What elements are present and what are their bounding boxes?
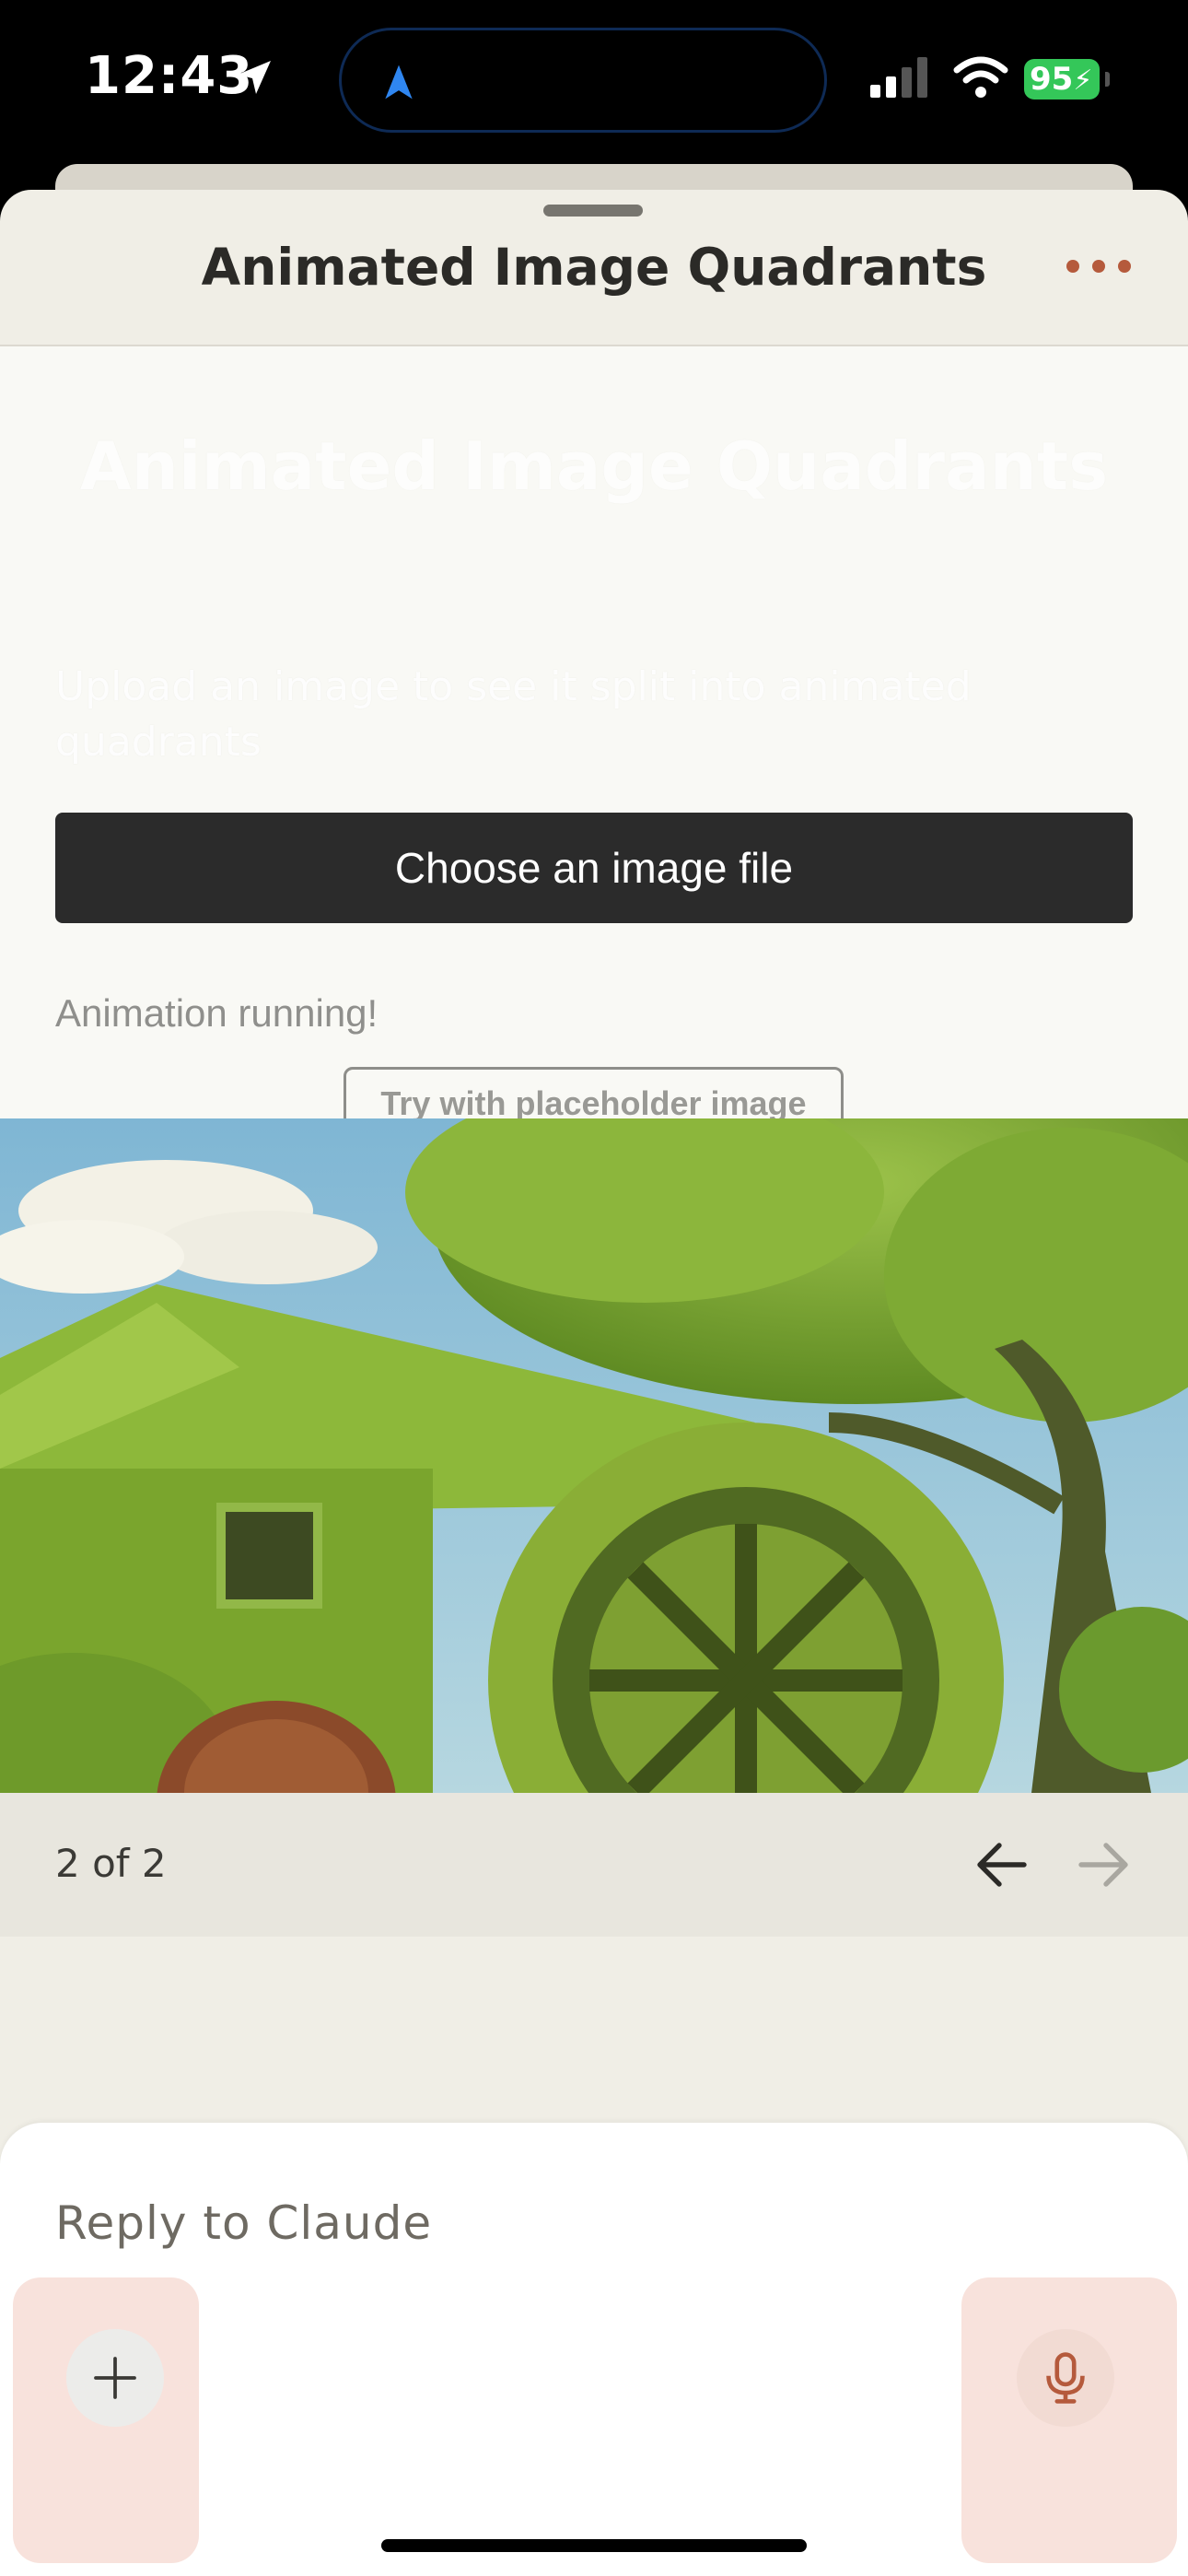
plus-icon — [94, 2357, 136, 2399]
more-dot — [1118, 260, 1131, 273]
choose-file-button[interactable]: Choose an image file — [55, 813, 1133, 923]
status-bar: 12:43 95⚡ — [0, 0, 1188, 161]
artifact-heading: Animated Image Quadrants — [79, 427, 1109, 505]
reply-input[interactable]: Reply to Claude — [55, 2196, 432, 2250]
mossy-cottage-image — [0, 1118, 1188, 1793]
arrow-right-icon — [1078, 1843, 1128, 1887]
artifact-description: Upload an image to see it split into ani… — [55, 663, 972, 766]
previous-button[interactable] — [969, 1832, 1035, 1898]
navigation-icon — [385, 64, 413, 100]
status-time: 12:43 — [85, 46, 254, 106]
home-indicator[interactable] — [381, 2539, 807, 2552]
battery-level: 95 — [1030, 61, 1074, 98]
animation-status: Animation running! — [55, 991, 379, 1035]
add-attachment-button[interactable] — [66, 2329, 164, 2427]
mic-zone — [961, 2277, 1177, 2563]
sheet-title: Animated Image Quadrants — [201, 238, 987, 297]
battery-indicator: 95⚡ — [1024, 59, 1100, 100]
cellular-signal-icon — [870, 57, 927, 98]
battery-charging-icon: ⚡ — [1073, 64, 1093, 97]
add-zone — [13, 2277, 199, 2563]
reply-composer: Reply to Claude — [0, 2123, 1188, 2576]
wifi-icon — [953, 56, 1008, 98]
more-horizontal-icon — [1066, 260, 1079, 273]
sheet-grabber[interactable] — [543, 205, 643, 217]
location-arrow-icon — [238, 61, 271, 94]
arrow-left-icon — [977, 1843, 1027, 1887]
voice-input-button[interactable] — [1017, 2329, 1114, 2427]
artifact-pager: 2 of 2 — [0, 1793, 1188, 1937]
next-button[interactable] — [1070, 1832, 1136, 1898]
dynamic-island[interactable] — [339, 28, 827, 133]
page-count: 2 of 2 — [55, 1841, 167, 1886]
more-dot — [1092, 260, 1105, 273]
battery-tip — [1105, 72, 1110, 87]
animated-image — [0, 1118, 1188, 1793]
microphone-icon — [1046, 2352, 1085, 2404]
more-options-button[interactable] — [1066, 260, 1131, 282]
